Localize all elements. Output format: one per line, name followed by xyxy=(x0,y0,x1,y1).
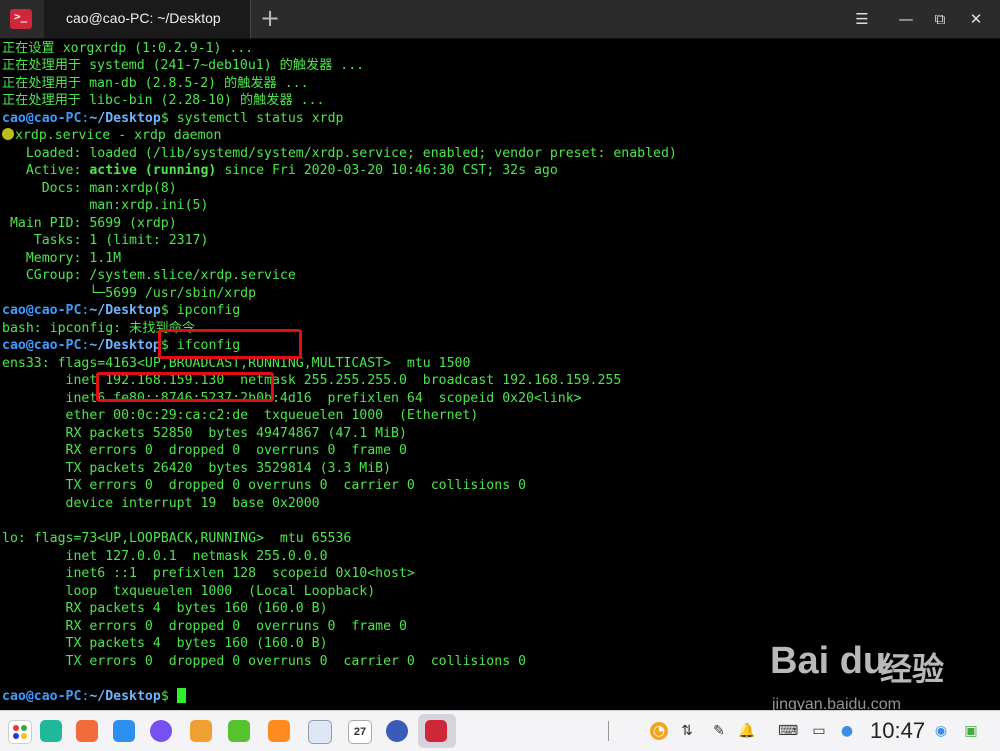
output-line: Memory: 1.1M xyxy=(2,251,122,266)
maximize-button[interactable]: ⧉ xyxy=(930,9,950,29)
close-button[interactable]: ✕ xyxy=(966,9,986,29)
output-line: 正在处理用于 man-db (2.8.5-2) 的触发器 ... xyxy=(2,76,309,91)
prompt-line: cao@cao-PC:~/Desktop$ ipconfig xyxy=(2,302,240,319)
output-line: RX packets 52850 bytes 49474867 (47.1 Mi… xyxy=(2,426,407,441)
clock[interactable]: 10:47 xyxy=(870,718,925,744)
tab-title: cao@cao-PC: ~/Desktop xyxy=(66,10,221,26)
output-line: TX errors 0 dropped 0 overruns 0 carrier… xyxy=(2,654,527,669)
multitasking-icon[interactable] xyxy=(40,720,62,742)
text-editor-icon[interactable] xyxy=(308,720,332,744)
prompt-user: cao@cao-PC xyxy=(2,338,82,353)
output-line: RX packets 4 bytes 160 (160.0 B) xyxy=(2,601,328,616)
prompt-end: $ xyxy=(160,689,177,704)
output-line: 正在处理用于 libc-bin (2.28-10) 的触发器 ... xyxy=(2,93,325,108)
archive-icon[interactable] xyxy=(268,720,290,742)
add-tab-button[interactable]: + xyxy=(258,6,282,30)
command-text: systemctl status xrdp xyxy=(176,111,344,126)
watermark-cn: 经验 xyxy=(880,650,945,688)
output-line: TX packets 26420 bytes 3529814 (3.3 MiB) xyxy=(2,461,392,476)
prompt-path: ~/Desktop xyxy=(89,303,161,318)
output-line: inet6 fe80::8746:5237:2b0b:4d16 prefixle… xyxy=(2,391,582,406)
screen-icon[interactable]: ▭ xyxy=(810,722,828,740)
prompt-line: cao@cao-PC:~/Desktop$ systemctl status x… xyxy=(2,110,343,127)
output-line: TX errors 0 dropped 0 overruns 0 carrier… xyxy=(2,478,527,493)
prompt-line: cao@cao-PC:~/Desktop$ xyxy=(2,688,186,705)
browser-icon[interactable] xyxy=(150,720,172,742)
output-line: 正在处理用于 systemd (241-7~deb10u1) 的触发器 ... xyxy=(2,58,365,73)
settings-icon[interactable] xyxy=(386,720,408,742)
prompt-end: $ xyxy=(160,111,177,126)
output-line: Tasks: 1 (limit: 2317) xyxy=(2,233,209,248)
command-text: ipconfig xyxy=(176,303,241,318)
output-line: device interrupt 19 base 0x2000 xyxy=(2,496,320,511)
output-line: inet6 ::1 prefixlen 128 scopeid 0x10<hos… xyxy=(2,566,415,581)
output-line: RX errors 0 dropped 0 overruns 0 frame 0 xyxy=(2,443,407,458)
output-line: Main PID: 5699 (xrdp) xyxy=(2,216,177,231)
output-line: CGroup: /system.slice/xrdp.service xyxy=(2,268,296,283)
notification-bell-icon[interactable]: 🔔 xyxy=(738,722,756,740)
output-line: inet 192.168.159.130 netmask 255.255.255… xyxy=(2,373,622,388)
output-line: inet 127.0.0.1 netmask 255.0.0.0 xyxy=(2,549,328,564)
prompt-user: cao@cao-PC xyxy=(2,111,82,126)
output-line: loop txqueuelen 1000 (Local Loopback) xyxy=(2,584,376,599)
service-name: xrdp.service - xrdp daemon xyxy=(15,128,222,143)
terminal-output[interactable]: 正在设置 xorgxrdp (1:0.2.9-1) ... 正在处理用于 sys… xyxy=(0,39,1000,710)
output-line: man:xrdp.ini(5) xyxy=(2,198,209,213)
update-icon[interactable]: ● xyxy=(838,722,856,740)
highlight-inet xyxy=(96,372,274,402)
input-method-icon[interactable]: ◔ xyxy=(650,722,668,740)
launcher-icon[interactable] xyxy=(8,720,32,744)
active-line: Active: active (running) since Fri 2020-… xyxy=(2,162,558,179)
output-line: Loaded: loaded (/lib/systemd/system/xrdp… xyxy=(2,146,677,161)
app-store-icon[interactable] xyxy=(113,720,135,742)
terminal-app-icon[interactable]: >_ xyxy=(10,9,32,29)
output-line: Docs: man:xrdp(8) xyxy=(2,181,177,196)
watermark-brand: Bai du xyxy=(770,640,887,682)
tab-desktop[interactable]: cao@cao-PC: ~/Desktop xyxy=(44,0,251,38)
taskbar: 27 ◔ ⇅ ✎ 🔔 ⌨ ▭ ● 10:47 ◉ ▣ xyxy=(0,710,1000,751)
output-line: ether 00:0c:29:ca:c2:de txqueuelen 1000 … xyxy=(2,408,479,423)
prompt-end: $ xyxy=(160,303,177,318)
active-label: Active: xyxy=(2,163,90,178)
highlight-ifconfig xyxy=(158,329,302,359)
color-picker-icon[interactable]: ✎ xyxy=(710,722,728,740)
output-line: 正在设置 xorgxrdp (1:0.2.9-1) ... xyxy=(2,41,254,56)
status-dot-icon xyxy=(2,128,14,140)
trash-icon[interactable]: ▣ xyxy=(962,722,980,740)
active-status: active (running) xyxy=(89,163,217,178)
terminal-icon[interactable] xyxy=(425,720,447,742)
title-bar: >_ cao@cao-PC: ~/Desktop + ☰ — ⧉ ✕ xyxy=(0,0,1000,39)
prompt-user: cao@cao-PC xyxy=(2,689,82,704)
calendar-icon[interactable]: 27 xyxy=(348,720,372,744)
prompt-path: ~/Desktop xyxy=(89,111,161,126)
service-line: xrdp.service - xrdp daemon xyxy=(2,127,221,144)
cursor xyxy=(176,688,186,703)
output-line: lo: flags=73<UP,LOOPBACK,RUNNING> mtu 65… xyxy=(2,531,352,546)
file-manager-icon[interactable] xyxy=(76,720,98,742)
prompt-path: ~/Desktop xyxy=(89,338,161,353)
output-line: TX packets 4 bytes 160 (160.0 B) xyxy=(2,636,328,651)
system-settings-icon[interactable]: ◉ xyxy=(932,722,950,740)
baidu-watermark: Bai du 经验 jingyan.baidu.com xyxy=(770,640,1000,715)
photos-icon[interactable] xyxy=(190,720,212,742)
keyboard-icon[interactable]: ⌨ xyxy=(778,722,798,740)
output-line: RX errors 0 dropped 0 overruns 0 frame 0 xyxy=(2,619,407,634)
menu-icon[interactable]: ☰ xyxy=(852,9,872,29)
minimize-button[interactable]: — xyxy=(896,9,916,29)
active-since: since Fri 2020-03-20 10:46:30 CST; 32s a… xyxy=(216,163,558,178)
prompt-path: ~/Desktop xyxy=(89,689,161,704)
music-icon[interactable] xyxy=(228,720,250,742)
output-line: └─5699 /usr/sbin/xrdp xyxy=(2,286,257,301)
prompt-user: cao@cao-PC xyxy=(2,303,82,318)
taskbar-separator xyxy=(608,721,609,741)
network-icon[interactable]: ⇅ xyxy=(678,722,696,740)
